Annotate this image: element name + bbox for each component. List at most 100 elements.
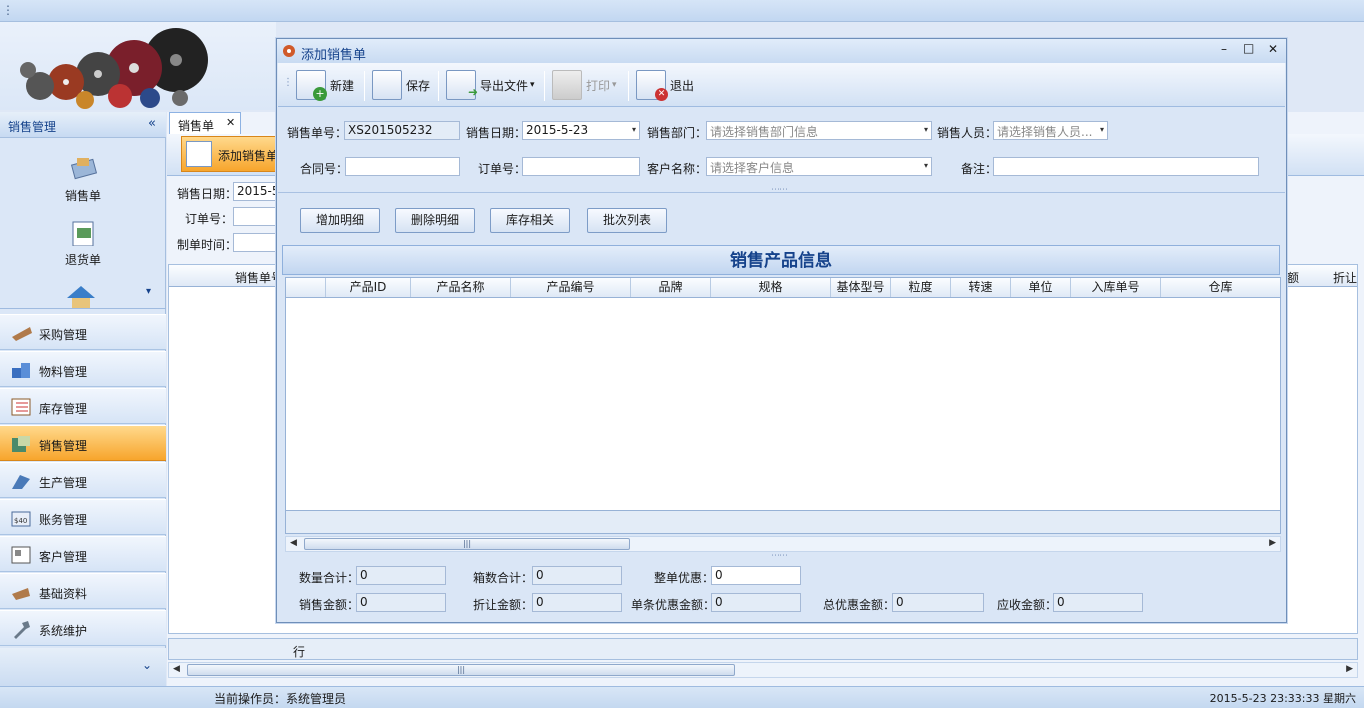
discount-amount-label: 折让金额： [473, 598, 534, 612]
splitter-grip[interactable]: ⋯⋯ [771, 185, 788, 195]
order-discount-label: 整单优惠： [654, 571, 715, 585]
toolbar-grip-icon: ⋮ [283, 77, 293, 88]
nav-basic-data[interactable]: 基础资料 [0, 573, 166, 609]
expand-nav-icon[interactable]: ⌄ [142, 658, 152, 672]
product-grid-body[interactable] [285, 298, 1281, 510]
nav-system[interactable]: 系统维护 [0, 610, 166, 646]
nav-sales[interactable]: 销售管理 [0, 425, 166, 461]
print-button[interactable]: 打印 ▾ [552, 69, 617, 101]
close-icon[interactable]: ✕ [1268, 42, 1278, 56]
product-grid-header: 产品ID 产品名称 产品编号 品牌 规格 基体型号 粒度 转速 单位 入库单号 … [285, 277, 1281, 298]
toolbar-separator [628, 71, 629, 101]
scroll-thumb[interactable]: ||| [187, 664, 735, 676]
col-unit[interactable]: 单位 [1011, 278, 1071, 297]
nav-label: 系统维护 [39, 624, 88, 638]
dropdown-arrow-icon[interactable]: ▾ [924, 161, 928, 170]
scroll-right-icon[interactable]: ▶ [1269, 538, 1276, 548]
delete-detail-button[interactable]: 删除明细 [395, 208, 475, 233]
contract-field[interactable] [345, 157, 460, 176]
dropdown-arrow-icon[interactable]: ▾ [632, 125, 636, 134]
nav-label: 销售管理 [39, 439, 88, 453]
dropdown-arrow-icon: ▾ [612, 80, 617, 90]
dept-placeholder: 请选择销售部门信息 [710, 125, 819, 139]
qty-total-label: 数量合计： [299, 571, 360, 585]
nav-inventory[interactable]: 库存管理 [0, 388, 166, 424]
col-warehouse[interactable]: 仓库 [1161, 278, 1280, 297]
maximize-icon[interactable]: □ [1243, 41, 1254, 55]
dropdown-arrow-icon: ▾ [530, 80, 535, 90]
tab-close-icon[interactable]: ✕ [226, 116, 235, 129]
remark-field[interactable] [993, 157, 1259, 176]
tab-label: 销售单 [178, 119, 215, 133]
status-bar: 当前操作员：系统管理员 2015-5-23 23:33:33 星期六 [0, 686, 1364, 708]
col-base-model[interactable]: 基体型号 [831, 278, 891, 297]
nav-finance[interactable]: $40 账务管理 [0, 499, 166, 535]
filter-order-input[interactable] [233, 207, 277, 226]
batch-list-button[interactable]: 批次列表 [587, 208, 667, 233]
new-button[interactable]: + 新建 [296, 69, 354, 101]
more-items-icon[interactable]: ▾ [146, 286, 151, 297]
dropdown-arrow-icon[interactable]: ▾ [924, 125, 928, 134]
minimize-icon[interactable]: – [1221, 42, 1227, 56]
box-total-field[interactable]: 0 [532, 566, 622, 585]
stock-related-button[interactable]: 库存相关 [490, 208, 570, 233]
nav-production[interactable]: 生产管理 [0, 462, 166, 498]
nav-purchase[interactable]: 采购管理 [0, 314, 166, 350]
splitter-grip[interactable]: ⋯⋯ [771, 551, 788, 561]
grid-horizontal-scrollbar[interactable]: ◀ ||| ▶ [285, 536, 1281, 552]
toolbar-separator [544, 71, 545, 101]
col-indicator [286, 278, 326, 297]
order-discount-field[interactable]: 0 [711, 566, 801, 585]
collapse-icon[interactable]: « [148, 116, 156, 131]
dept-select[interactable]: 请选择销售部门信息 ▾ [706, 121, 932, 140]
product-grid-footer [285, 510, 1281, 534]
customer-label: 客户名称： [647, 162, 708, 176]
nav-label: 基础资料 [39, 587, 88, 601]
sidebar-splitter[interactable] [0, 308, 166, 312]
nav-customer[interactable]: 客户管理 [0, 536, 166, 572]
col-product-name[interactable]: 产品名称 [411, 278, 511, 297]
customer-select[interactable]: 请选择客户信息 ▾ [706, 157, 932, 176]
grinding-wheels-logo-image [20, 28, 208, 109]
home-icon[interactable] [64, 284, 98, 308]
main-horizontal-scrollbar[interactable]: ◀ ||| ▶ [168, 662, 1358, 678]
sale-no-field[interactable]: XS201505232 [344, 121, 460, 140]
sale-amount-field[interactable]: 0 [356, 593, 446, 612]
menu-grip-icon[interactable]: ⋮ [2, 3, 14, 17]
filter-date-input[interactable]: 2015-5 [233, 182, 277, 201]
save-button[interactable]: 保存 [372, 69, 430, 101]
tab-sales-order[interactable]: 销售单 ✕ [169, 112, 241, 134]
filter-time-input[interactable] [233, 233, 277, 252]
col-spec[interactable]: 规格 [711, 278, 831, 297]
button-label: 打印 [586, 78, 611, 93]
sidebar-item-return-order[interactable]: 退货单 [0, 218, 166, 268]
person-select[interactable]: 请选择销售人员... ▾ [993, 121, 1108, 140]
scroll-left-icon[interactable]: ◀ [290, 538, 297, 548]
sale-date-picker[interactable]: 2015-5-23 ▾ [522, 121, 640, 140]
item-discount-field[interactable]: 0 [711, 593, 801, 612]
form-divider [278, 192, 1285, 193]
scroll-thumb[interactable]: ||| [304, 538, 630, 550]
col-brand[interactable]: 品牌 [631, 278, 711, 297]
qty-total-field[interactable]: 0 [356, 566, 446, 585]
total-discount-field[interactable]: 0 [892, 593, 984, 612]
add-sales-order-button[interactable]: 添加销售单 [181, 136, 281, 172]
sidebar: 销售管理 « 销售单 退货单 ▾ 采购管理 物料管理 库存管理 销售管理 生产管… [0, 112, 166, 686]
add-detail-button[interactable]: 增加明细 [300, 208, 380, 233]
col-grit[interactable]: 粒度 [891, 278, 951, 297]
scroll-left-icon[interactable]: ◀ [173, 664, 180, 674]
col-speed[interactable]: 转速 [951, 278, 1011, 297]
export-file-button[interactable]: ➜ 导出文件 ▾ [446, 69, 535, 101]
nav-material[interactable]: 物料管理 [0, 351, 166, 387]
col-inbound-no[interactable]: 入库单号 [1071, 278, 1161, 297]
scroll-right-icon[interactable]: ▶ [1346, 664, 1353, 674]
col-product-id[interactable]: 产品ID [326, 278, 411, 297]
exit-button[interactable]: ✕ 退出 [636, 69, 694, 101]
discount-amount-field[interactable]: 0 [532, 593, 622, 612]
order-field[interactable] [522, 157, 640, 176]
col-product-code[interactable]: 产品编号 [511, 278, 631, 297]
nav-label: 生产管理 [39, 476, 88, 490]
sidebar-item-sales-order[interactable]: 销售单 [0, 152, 166, 204]
receivable-field[interactable]: 0 [1053, 593, 1143, 612]
dropdown-arrow-icon[interactable]: ▾ [1100, 125, 1104, 134]
